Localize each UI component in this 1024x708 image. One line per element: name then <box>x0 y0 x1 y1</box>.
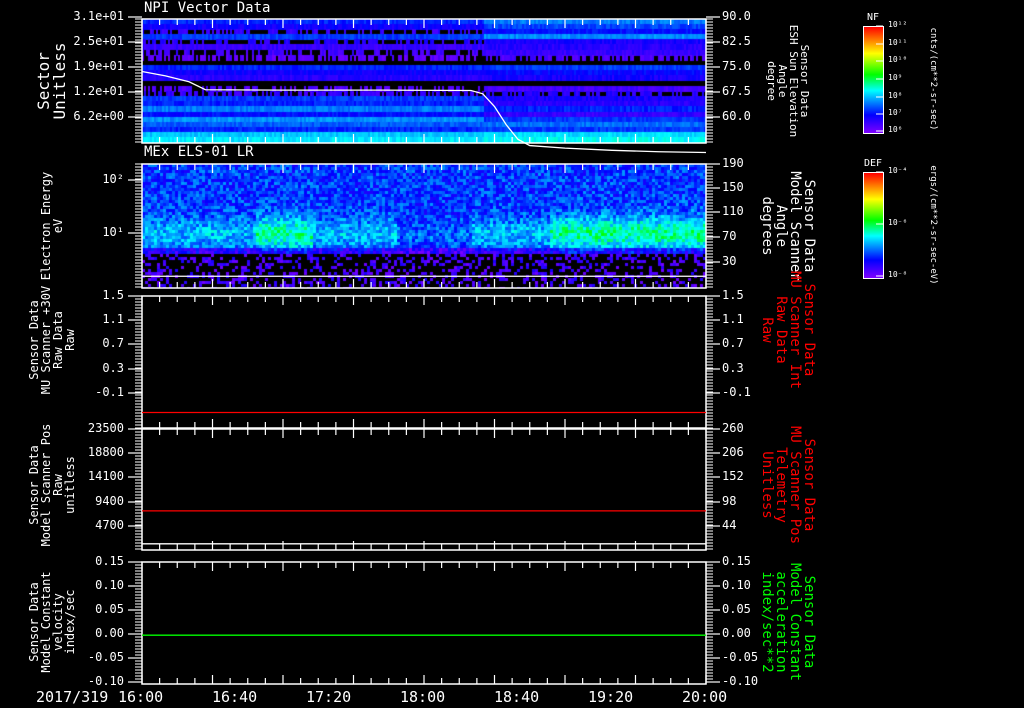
axes-overlay <box>128 16 883 685</box>
panel-frame <box>141 295 707 429</box>
panel-frame <box>141 18 707 144</box>
panel-frame <box>141 561 707 685</box>
panel-frame <box>141 428 707 551</box>
panel-frame <box>141 163 707 289</box>
